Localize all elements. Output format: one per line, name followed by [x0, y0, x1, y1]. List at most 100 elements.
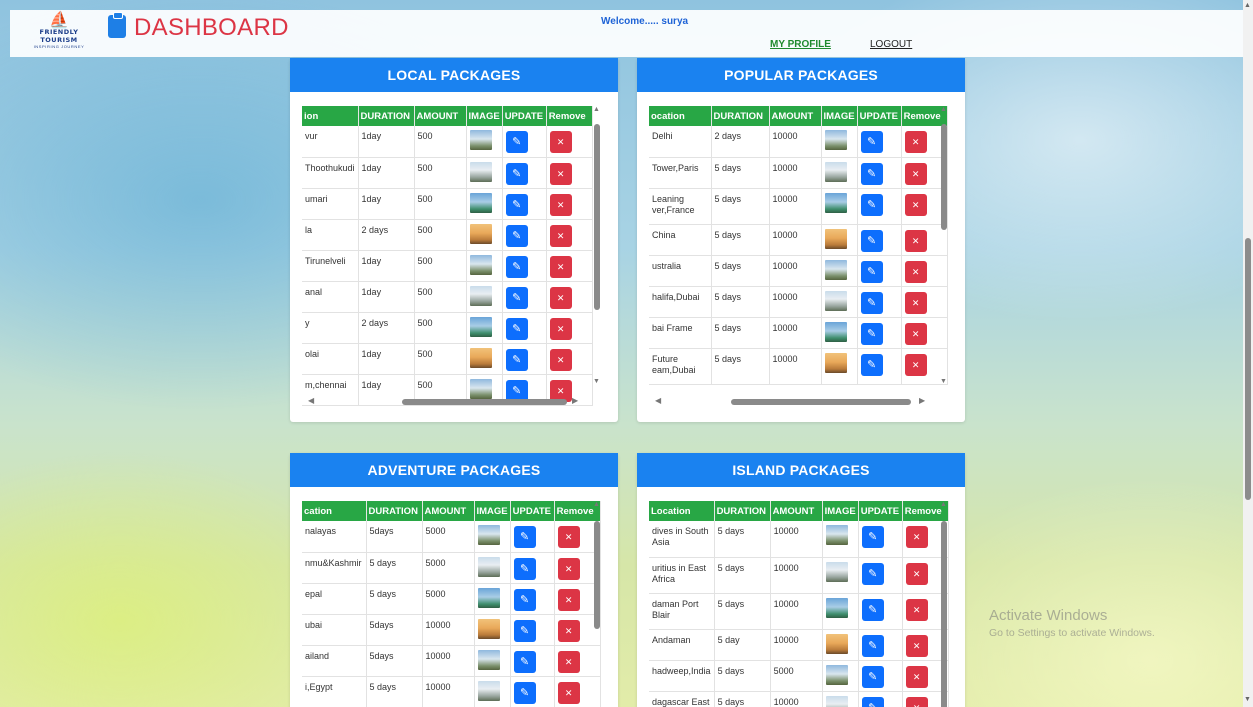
- local-table-hscroll[interactable]: ◀ ▶: [302, 396, 582, 406]
- scroll-up-icon[interactable]: ▲: [593, 501, 600, 508]
- scroll-left-icon[interactable]: ◀: [308, 396, 314, 405]
- page-scrollbar[interactable]: ▲ ▼: [1243, 0, 1253, 707]
- remove-button[interactable]: ✕: [557, 619, 580, 642]
- my-profile-link[interactable]: MY PROFILE: [770, 39, 831, 50]
- island-table-vscroll-thumb[interactable]: [941, 521, 947, 707]
- amount-cell: 10000: [425, 681, 451, 692]
- x-icon: ✕: [556, 323, 565, 334]
- remove-button[interactable]: ✕: [904, 162, 927, 185]
- update-button[interactable]: ✎: [513, 526, 536, 548]
- scroll-up-arrow-icon[interactable]: ▲: [1244, 2, 1251, 9]
- adventure-table-vscroll[interactable]: ▲: [593, 501, 601, 707]
- column-header: UPDATE: [858, 501, 903, 521]
- scroll-right-icon[interactable]: ▶: [572, 396, 578, 405]
- scroll-left-icon[interactable]: ◀: [655, 396, 661, 405]
- remove-button[interactable]: ✕: [904, 353, 927, 376]
- update-button[interactable]: ✎: [860, 193, 883, 216]
- local-table-vscroll[interactable]: ▲ ▼: [593, 106, 601, 410]
- update-button[interactable]: ✎: [861, 665, 884, 688]
- duration-cell: 5 days: [714, 162, 742, 173]
- remove-button[interactable]: ✕: [905, 634, 928, 657]
- popular-table-vscroll[interactable]: ▲ ▼: [940, 106, 948, 410]
- local-packages-table-viewport[interactable]: ion DURATION AMOUNT IMAGE UPDATE Remove vur 1d…: [302, 106, 604, 410]
- update-button[interactable]: ✎: [860, 260, 883, 283]
- scroll-down-arrow-icon[interactable]: ▼: [1244, 696, 1251, 703]
- pencil-icon: ✎: [867, 198, 877, 211]
- remove-button[interactable]: ✕: [905, 598, 928, 621]
- island-table-vscroll[interactable]: ▲: [940, 501, 948, 707]
- update-button[interactable]: ✎: [505, 286, 528, 309]
- popular-table-hscroll-thumb[interactable]: [731, 399, 911, 405]
- remove-button[interactable]: ✕: [904, 291, 927, 314]
- popular-table-vscroll-thumb[interactable]: [941, 124, 947, 230]
- update-button[interactable]: ✎: [505, 348, 528, 371]
- update-button[interactable]: ✎: [505, 255, 528, 278]
- update-button[interactable]: ✎: [861, 562, 884, 585]
- local-table-vscroll-thumb[interactable]: [594, 124, 600, 310]
- update-button[interactable]: ✎: [861, 526, 884, 548]
- x-icon: ✕: [911, 359, 920, 370]
- remove-button[interactable]: ✕: [905, 526, 928, 548]
- remove-button[interactable]: ✕: [904, 131, 927, 153]
- popular-table-hscroll[interactable]: ◀ ▶: [649, 396, 929, 406]
- scroll-down-icon[interactable]: ▼: [940, 378, 947, 385]
- duration-cell: 5 days: [369, 681, 397, 692]
- update-button[interactable]: ✎: [505, 131, 528, 153]
- update-button[interactable]: ✎: [861, 696, 884, 707]
- remove-button[interactable]: ✕: [549, 255, 572, 278]
- scroll-up-icon[interactable]: ▲: [940, 106, 947, 113]
- remove-button[interactable]: ✕: [557, 588, 580, 611]
- update-button[interactable]: ✎: [860, 353, 883, 376]
- remove-button[interactable]: ✕: [549, 193, 572, 216]
- update-button[interactable]: ✎: [513, 619, 536, 642]
- remove-button[interactable]: ✕: [557, 681, 580, 704]
- update-button[interactable]: ✎: [505, 224, 528, 247]
- scroll-right-icon[interactable]: ▶: [919, 396, 925, 405]
- remove-button[interactable]: ✕: [905, 696, 928, 707]
- update-button[interactable]: ✎: [513, 681, 536, 704]
- remove-button[interactable]: ✕: [905, 562, 928, 585]
- update-button[interactable]: ✎: [861, 634, 884, 657]
- remove-button[interactable]: ✕: [549, 224, 572, 247]
- island-packages-table-viewport[interactable]: Location DURATION AMOUNT IMAGE UPDATE Remove …: [649, 501, 951, 707]
- update-button[interactable]: ✎: [860, 131, 883, 153]
- update-button[interactable]: ✎: [860, 322, 883, 345]
- remove-button[interactable]: ✕: [904, 229, 927, 252]
- scroll-down-icon[interactable]: ▼: [593, 378, 600, 385]
- brand-logo[interactable]: ⛵ FRIENDLY TOURISM INSPIRING JOURNEY: [22, 13, 96, 52]
- remove-button[interactable]: ✕: [557, 557, 580, 580]
- scroll-up-icon[interactable]: ▲: [593, 106, 600, 113]
- remove-button[interactable]: ✕: [549, 317, 572, 340]
- scroll-up-icon[interactable]: ▲: [940, 501, 947, 508]
- pencil-icon: ✎: [867, 167, 877, 180]
- remove-button[interactable]: ✕: [905, 665, 928, 688]
- remove-button[interactable]: ✕: [557, 526, 580, 548]
- update-button[interactable]: ✎: [513, 588, 536, 611]
- remove-button[interactable]: ✕: [549, 131, 572, 153]
- popular-packages-table-viewport[interactable]: ocation DURATION AMOUNT IMAGE UPDATE Remove D…: [649, 106, 951, 410]
- update-button[interactable]: ✎: [860, 291, 883, 314]
- remove-button[interactable]: ✕: [904, 260, 927, 283]
- remove-button[interactable]: ✕: [549, 348, 572, 371]
- table-row: dagascar East 5 days 10000 ✎ ✕: [649, 691, 949, 707]
- update-button[interactable]: ✎: [513, 650, 536, 673]
- adventure-packages-table-viewport[interactable]: cation DURATION AMOUNT IMAGE UPDATE Remove na…: [302, 501, 604, 707]
- update-button[interactable]: ✎: [860, 229, 883, 252]
- adventure-table-vscroll-thumb[interactable]: [594, 521, 600, 629]
- update-button[interactable]: ✎: [860, 162, 883, 185]
- update-button[interactable]: ✎: [861, 598, 884, 621]
- remove-button[interactable]: ✕: [549, 162, 572, 185]
- update-button[interactable]: ✎: [505, 162, 528, 185]
- remove-button[interactable]: ✕: [549, 286, 572, 309]
- amount-cell: 500: [417, 193, 433, 204]
- local-table-hscroll-thumb[interactable]: [402, 399, 567, 405]
- update-button[interactable]: ✎: [505, 193, 528, 216]
- remove-button[interactable]: ✕: [904, 193, 927, 216]
- remove-button[interactable]: ✕: [904, 322, 927, 345]
- pencil-icon: ✎: [520, 624, 530, 637]
- remove-button[interactable]: ✕: [557, 650, 580, 673]
- page-scrollbar-thumb[interactable]: [1245, 238, 1251, 500]
- update-button[interactable]: ✎: [505, 317, 528, 340]
- logout-link[interactable]: LOGOUT: [870, 39, 912, 50]
- update-button[interactable]: ✎: [513, 557, 536, 580]
